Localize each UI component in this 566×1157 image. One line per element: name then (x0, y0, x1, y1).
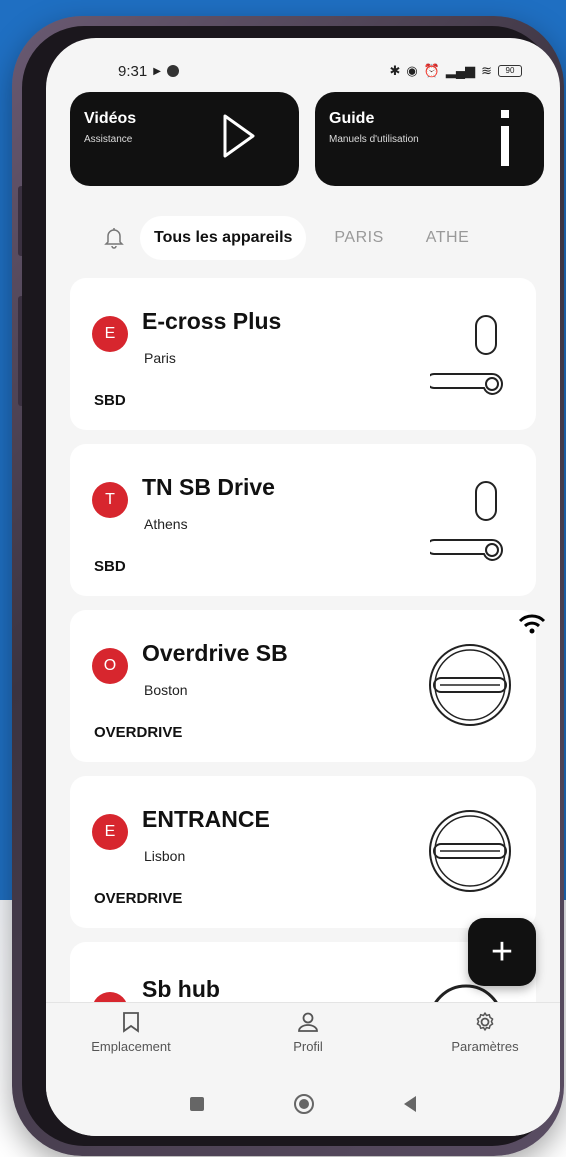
device-city: Lisbon (144, 848, 186, 864)
device-name: E-cross Plus (142, 308, 282, 334)
device-city: Paris (144, 350, 176, 366)
nav-label: Profil (293, 1039, 323, 1054)
status-time: 9:31 (118, 62, 148, 80)
device-avatar: T (92, 482, 128, 518)
device-city: Boston (144, 682, 188, 698)
device-card[interactable]: E E-cross Plus Paris SBD (70, 278, 536, 430)
device-card[interactable]: O Overdrive SB Boston OVERDRIVE (70, 610, 546, 762)
nav-label: Paramètres (451, 1039, 519, 1054)
device-avatar: E (92, 316, 128, 352)
wifi-status-icon: ≋ (481, 63, 492, 78)
shortcut-cards: Vidéos Assistance Guide Manuels d'utilis… (70, 92, 544, 186)
gear-icon (476, 1012, 494, 1031)
battery-icon: 90 (498, 65, 522, 77)
round-lock-icon (429, 644, 511, 726)
add-device-button[interactable]: + (468, 918, 536, 986)
device-name: Overdrive SB (142, 640, 288, 666)
alarm-icon: ⏰ (423, 63, 440, 78)
nav-label: Emplacement (91, 1039, 171, 1054)
bookmark-icon (123, 1012, 139, 1033)
play-icon (223, 114, 255, 158)
tab-athens[interactable]: ATHE (412, 216, 483, 260)
door-handle-icon (430, 481, 503, 562)
app-screen: 9:31 ▶ ✱ ◉ ⏰ ▂▄▆ ≋ 90 Vidéos Assistance … (46, 38, 560, 1136)
back-icon[interactable] (404, 1096, 416, 1112)
round-lock-icon (429, 810, 511, 892)
device-type: OVERDRIVE (94, 890, 183, 907)
device-type: OVERDRIVE (94, 724, 183, 741)
system-navigation (46, 1072, 560, 1136)
nav-parametres[interactable]: Paramètres (420, 1011, 550, 1072)
device-type: SBD (94, 392, 126, 409)
device-avatar: E (92, 814, 128, 850)
tab-all-devices[interactable]: Tous les appareils (140, 216, 307, 260)
videos-card[interactable]: Vidéos Assistance (70, 92, 299, 186)
device-name: ENTRANCE (142, 806, 270, 832)
wifi-icon (518, 614, 546, 634)
device-card[interactable]: E ENTRANCE Lisbon OVERDRIVE (70, 776, 536, 928)
device-avatar: O (92, 648, 128, 684)
device-name: Sb hub (142, 976, 220, 1002)
device-card[interactable]: T TN SB Drive Athens SBD (70, 444, 536, 596)
device-type: SBD (94, 558, 126, 575)
bluetooth-icon: ✱ (389, 63, 401, 78)
device-name: TN SB Drive (142, 474, 275, 500)
signal-icon: ▂▄▆ (445, 63, 476, 78)
info-icon (501, 110, 509, 166)
status-bar: 9:31 ▶ ✱ ◉ ⏰ ▂▄▆ ≋ 90 (46, 38, 560, 88)
person-icon (298, 1012, 318, 1032)
nav-profil[interactable]: Profil (243, 1011, 373, 1072)
nav-emplacement[interactable]: Emplacement (66, 1011, 196, 1072)
recents-icon[interactable] (190, 1097, 204, 1111)
tab-paris[interactable]: PARIS (320, 216, 397, 260)
guide-card[interactable]: Guide Manuels d'utilisation (315, 92, 544, 186)
app-notification-icon (166, 65, 179, 77)
home-icon[interactable] (294, 1094, 314, 1114)
vibrate-icon: ◉ (406, 63, 418, 78)
bottom-navigation: Emplacement Profil Paramètres (46, 1002, 560, 1072)
device-city: Athens (144, 516, 188, 532)
location-tabs: Tous les appareils PARIS ATHE (102, 212, 542, 264)
media-icon: ▶ (153, 65, 161, 77)
bell-icon[interactable] (102, 227, 126, 249)
door-handle-icon (430, 315, 503, 396)
